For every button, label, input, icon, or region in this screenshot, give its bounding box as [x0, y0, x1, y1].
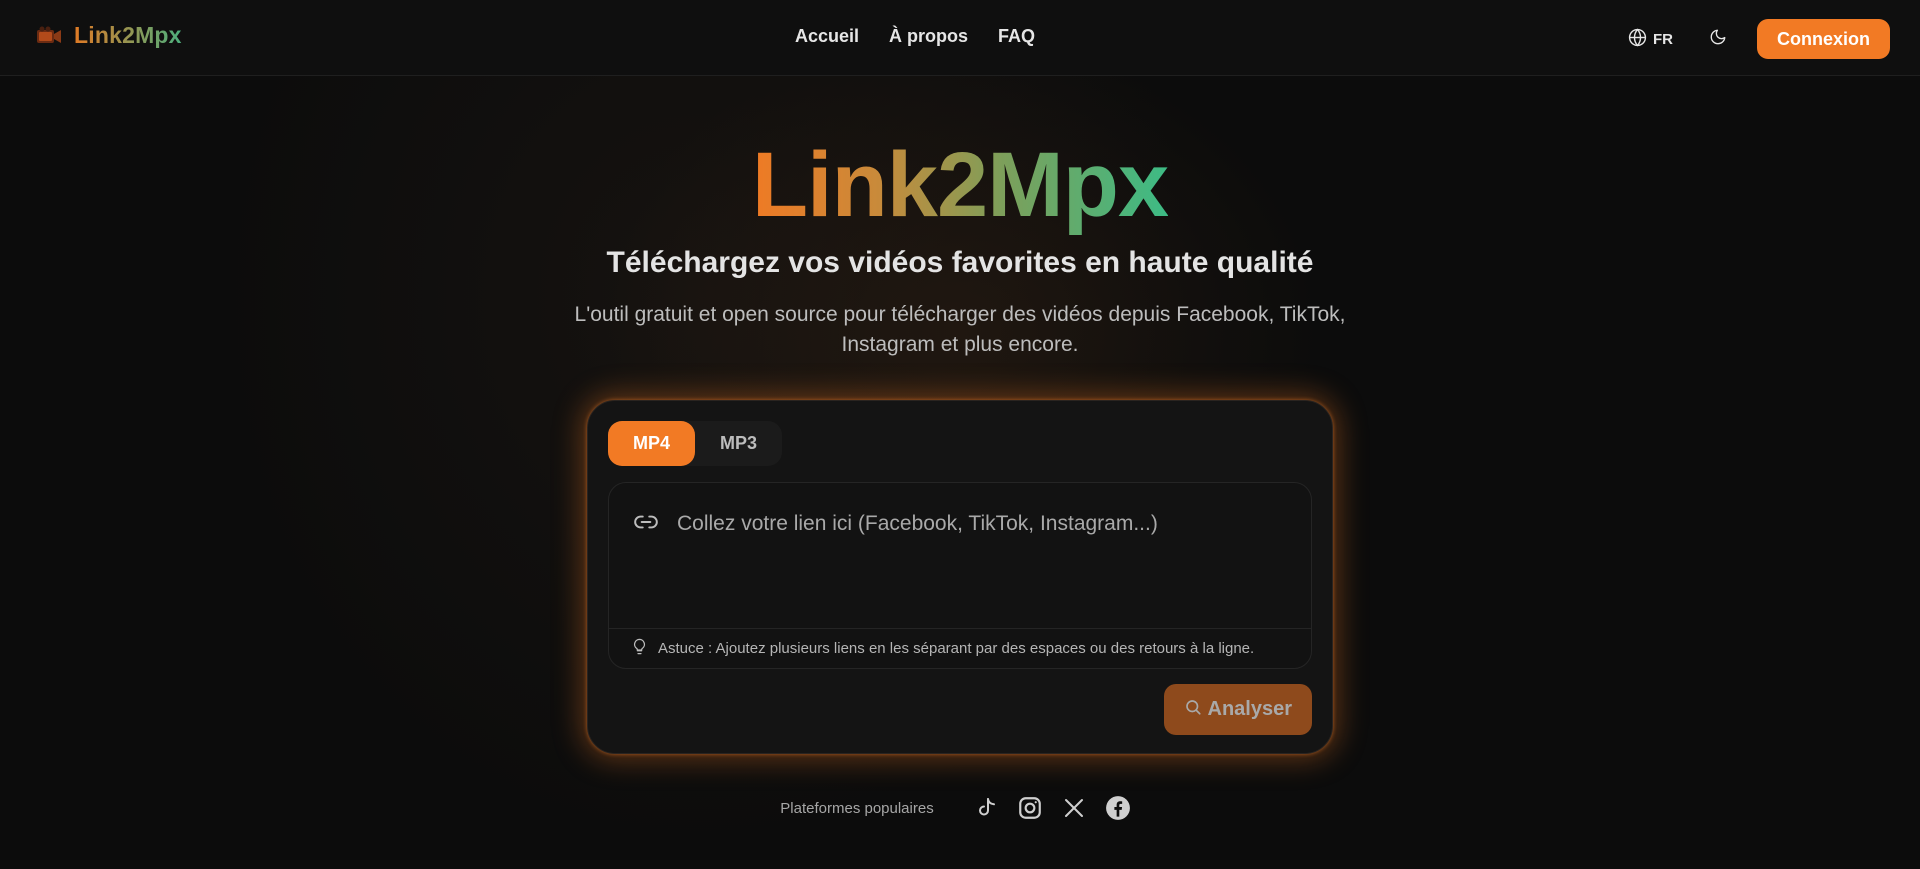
nav-link-faq[interactable]: FAQ — [998, 26, 1035, 47]
format-tabs: MP4 MP3 — [608, 421, 783, 466]
language-switcher[interactable]: FR — [1628, 28, 1673, 51]
analyze-label: Analyser — [1207, 698, 1293, 720]
analyze-button[interactable]: Analyser — [1163, 684, 1312, 735]
globe-icon — [1628, 28, 1647, 51]
moon-icon — [1709, 28, 1727, 51]
tip-text: Astuce : Ajoutez plusieurs liens en les … — [658, 640, 1255, 657]
platforms-label: Plateformes populaires — [780, 799, 934, 817]
instagram-icon[interactable] — [1017, 795, 1043, 821]
language-label: FR — [1653, 30, 1673, 48]
hero-title: Link2Mpx — [0, 130, 1920, 240]
search-icon — [1184, 698, 1202, 722]
x-icon[interactable] — [1061, 795, 1087, 821]
brand-link[interactable]: Link2Mpx — [36, 22, 182, 49]
tiktok-icon[interactable] — [973, 795, 999, 821]
hero-description: L'outil gratuit et open source pour télé… — [574, 303, 1346, 356]
login-button[interactable]: Connexion — [1757, 19, 1890, 59]
nav-actions: FR Connexion — [1628, 19, 1890, 59]
url-input[interactable] — [675, 503, 1279, 545]
downloader-card: MP4 MP3 Astuce : Ajoutez plusieurs liens… — [587, 400, 1333, 754]
navbar: Link2Mpx Accueil À propos FAQ FR Connexi… — [0, 0, 1920, 76]
tab-mp4[interactable]: MP4 — [608, 421, 696, 466]
tip-bar: Astuce : Ajoutez plusieurs liens en les … — [609, 628, 1311, 668]
brand-name: Link2Mpx — [74, 22, 182, 48]
main-nav: Accueil À propos FAQ — [795, 26, 1035, 47]
nav-link-accueil[interactable]: Accueil — [795, 26, 859, 47]
logo-icon — [36, 25, 62, 47]
lightbulb-icon — [631, 637, 648, 661]
tab-mp3[interactable]: MP3 — [695, 421, 782, 466]
facebook-icon[interactable] — [1105, 795, 1131, 821]
url-input-box: Astuce : Ajoutez plusieurs liens en les … — [608, 482, 1312, 669]
link-icon — [633, 509, 659, 540]
popular-platforms: Plateformes populaires — [0, 795, 1920, 821]
nav-link-a-propos[interactable]: À propos — [889, 26, 968, 47]
hero-subtitle: Téléchargez vos vidéos favorites en haut… — [606, 246, 1314, 279]
theme-toggle[interactable] — [1707, 28, 1729, 50]
hero-title-text: Link2Mpx — [751, 134, 1169, 236]
